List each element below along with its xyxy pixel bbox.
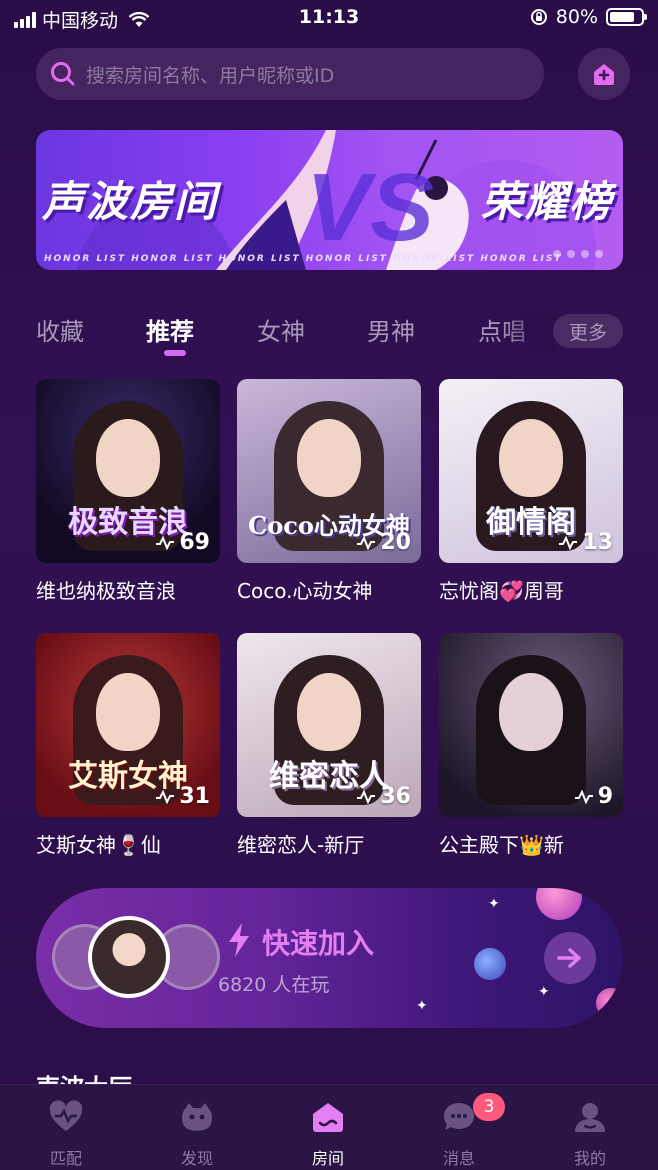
star-icon: ✦ [488, 896, 500, 912]
planet-decoration [596, 988, 623, 1018]
tab-goddess[interactable]: 女神 [257, 312, 305, 347]
vs-icon: VS [306, 154, 434, 260]
room-name: Coco.心动女神 [237, 579, 373, 603]
room-card[interactable]: 9 公主殿下👑新 [439, 633, 623, 858]
nav-item-messages[interactable]: 3 消息 [409, 1085, 509, 1170]
banner-strip: HONOR LIST HONOR LIST HONOR LIST HONOR L… [44, 254, 563, 264]
room-thumbnail: 艾斯女神 31 [36, 633, 220, 817]
bottom-nav: 匹配 发现 房间 3 消息 我的 [0, 1084, 658, 1170]
nav-label: 房间 [311, 1149, 344, 1168]
pulse-icon [156, 535, 175, 550]
planet-decoration [474, 948, 506, 980]
room-listener-count: 20 [356, 530, 411, 555]
room-thumbnail: Coco心动女神 20 [237, 379, 421, 563]
nav-item-profile[interactable]: 我的 [540, 1085, 640, 1170]
avatar [88, 916, 170, 998]
add-home-icon [594, 64, 614, 85]
tab-god[interactable]: 男神 [367, 312, 415, 347]
pulse-icon [357, 789, 376, 804]
battery-percent: 80% [555, 6, 598, 28]
rotation-lock-icon [530, 9, 547, 25]
star-icon: ✦ [416, 998, 428, 1014]
planet-decoration [536, 888, 582, 920]
banner-pagination [553, 250, 603, 258]
tab-recommended[interactable]: 推荐 [146, 312, 194, 347]
room-card[interactable]: Coco心动女神 20 Coco.心动女神 [237, 379, 421, 604]
room-listener-count: 9 [574, 784, 613, 809]
room-listener-count: 31 [155, 784, 210, 809]
status-right: 80% [530, 6, 647, 28]
unread-badge: 3 [473, 1093, 505, 1121]
star-icon: ✦ [538, 984, 550, 1000]
room-listener-count: 36 [356, 784, 411, 809]
room-listener-count: 13 [558, 530, 613, 555]
pulse-icon [357, 535, 376, 550]
search-placeholder: 搜索房间名称、用户昵称或ID [86, 64, 335, 87]
more-tabs-button[interactable]: 更多 [553, 314, 623, 348]
quick-join-subtitle: 6820 人在玩 [218, 974, 330, 996]
banner-right-title: 荣耀榜 [480, 177, 613, 226]
arrow-right-icon [557, 948, 581, 968]
lightning-icon [229, 923, 249, 957]
search-bar[interactable]: 搜索房间名称、用户昵称或ID [36, 48, 544, 100]
room-name: 艾斯女神🍷仙 [36, 833, 161, 857]
room-icon [313, 1103, 343, 1132]
room-name: 公主殿下👑新 [439, 833, 564, 857]
room-card[interactable]: 御情阁 13 忘忧阁💞周哥 [439, 379, 623, 604]
banner-left-title: 声波房间 [42, 177, 219, 226]
tab-favorites[interactable]: 收藏 [36, 312, 84, 347]
tab-fade [500, 310, 556, 356]
search-icon [51, 62, 75, 86]
discover-icon [182, 1103, 212, 1131]
pulse-icon [559, 535, 578, 550]
quick-join-button[interactable] [544, 932, 596, 984]
room-thumbnail: 维密恋人 36 [237, 633, 421, 817]
room-listener-count: 69 [155, 530, 210, 555]
status-bar: 中国移动 11:13 80% [0, 0, 658, 36]
nav-label: 发现 [180, 1149, 213, 1168]
nav-label: 匹配 [49, 1149, 82, 1168]
nav-item-room[interactable]: 房间 [278, 1085, 378, 1170]
nav-label: 消息 [442, 1149, 475, 1168]
heart-pulse-icon [49, 1100, 83, 1131]
quick-join-card[interactable]: 快速加入 6820 人在玩 ✦ ✦ ✦ [36, 888, 623, 1028]
quick-join-title: 快速加入 [262, 927, 375, 960]
room-card[interactable]: 维密恋人 36 维密恋人-新厅 [237, 633, 421, 858]
room-name: 忘忧阁💞周哥 [439, 579, 564, 603]
active-tab-indicator [164, 350, 186, 356]
battery-icon [606, 8, 647, 26]
pulse-icon [574, 789, 593, 804]
room-thumbnail: 御情阁 13 [439, 379, 623, 563]
message-icon [444, 1103, 474, 1130]
room-name: 维密恋人-新厅 [237, 833, 365, 857]
create-room-button[interactable] [578, 48, 630, 100]
nav-label: 我的 [573, 1149, 606, 1168]
nav-item-match[interactable]: 匹配 [16, 1085, 116, 1170]
pulse-icon [156, 789, 175, 804]
svg-text:VS: VS [306, 154, 434, 260]
room-card[interactable]: 艾斯女神 31 艾斯女神🍷仙 [36, 633, 220, 858]
room-thumbnail: 9 [439, 633, 623, 817]
honor-list-banner[interactable]: VS 声波房间 荣耀榜 HONOR LIST HONOR LIST HONOR … [36, 130, 623, 270]
room-card[interactable]: 极致音浪 69 维也纳极致音浪 [36, 379, 220, 604]
room-thumbnail: 极致音浪 69 [36, 379, 220, 563]
nav-item-discover[interactable]: 发现 [147, 1085, 247, 1170]
room-name: 维也纳极致音浪 [36, 579, 176, 603]
profile-icon [575, 1103, 605, 1132]
